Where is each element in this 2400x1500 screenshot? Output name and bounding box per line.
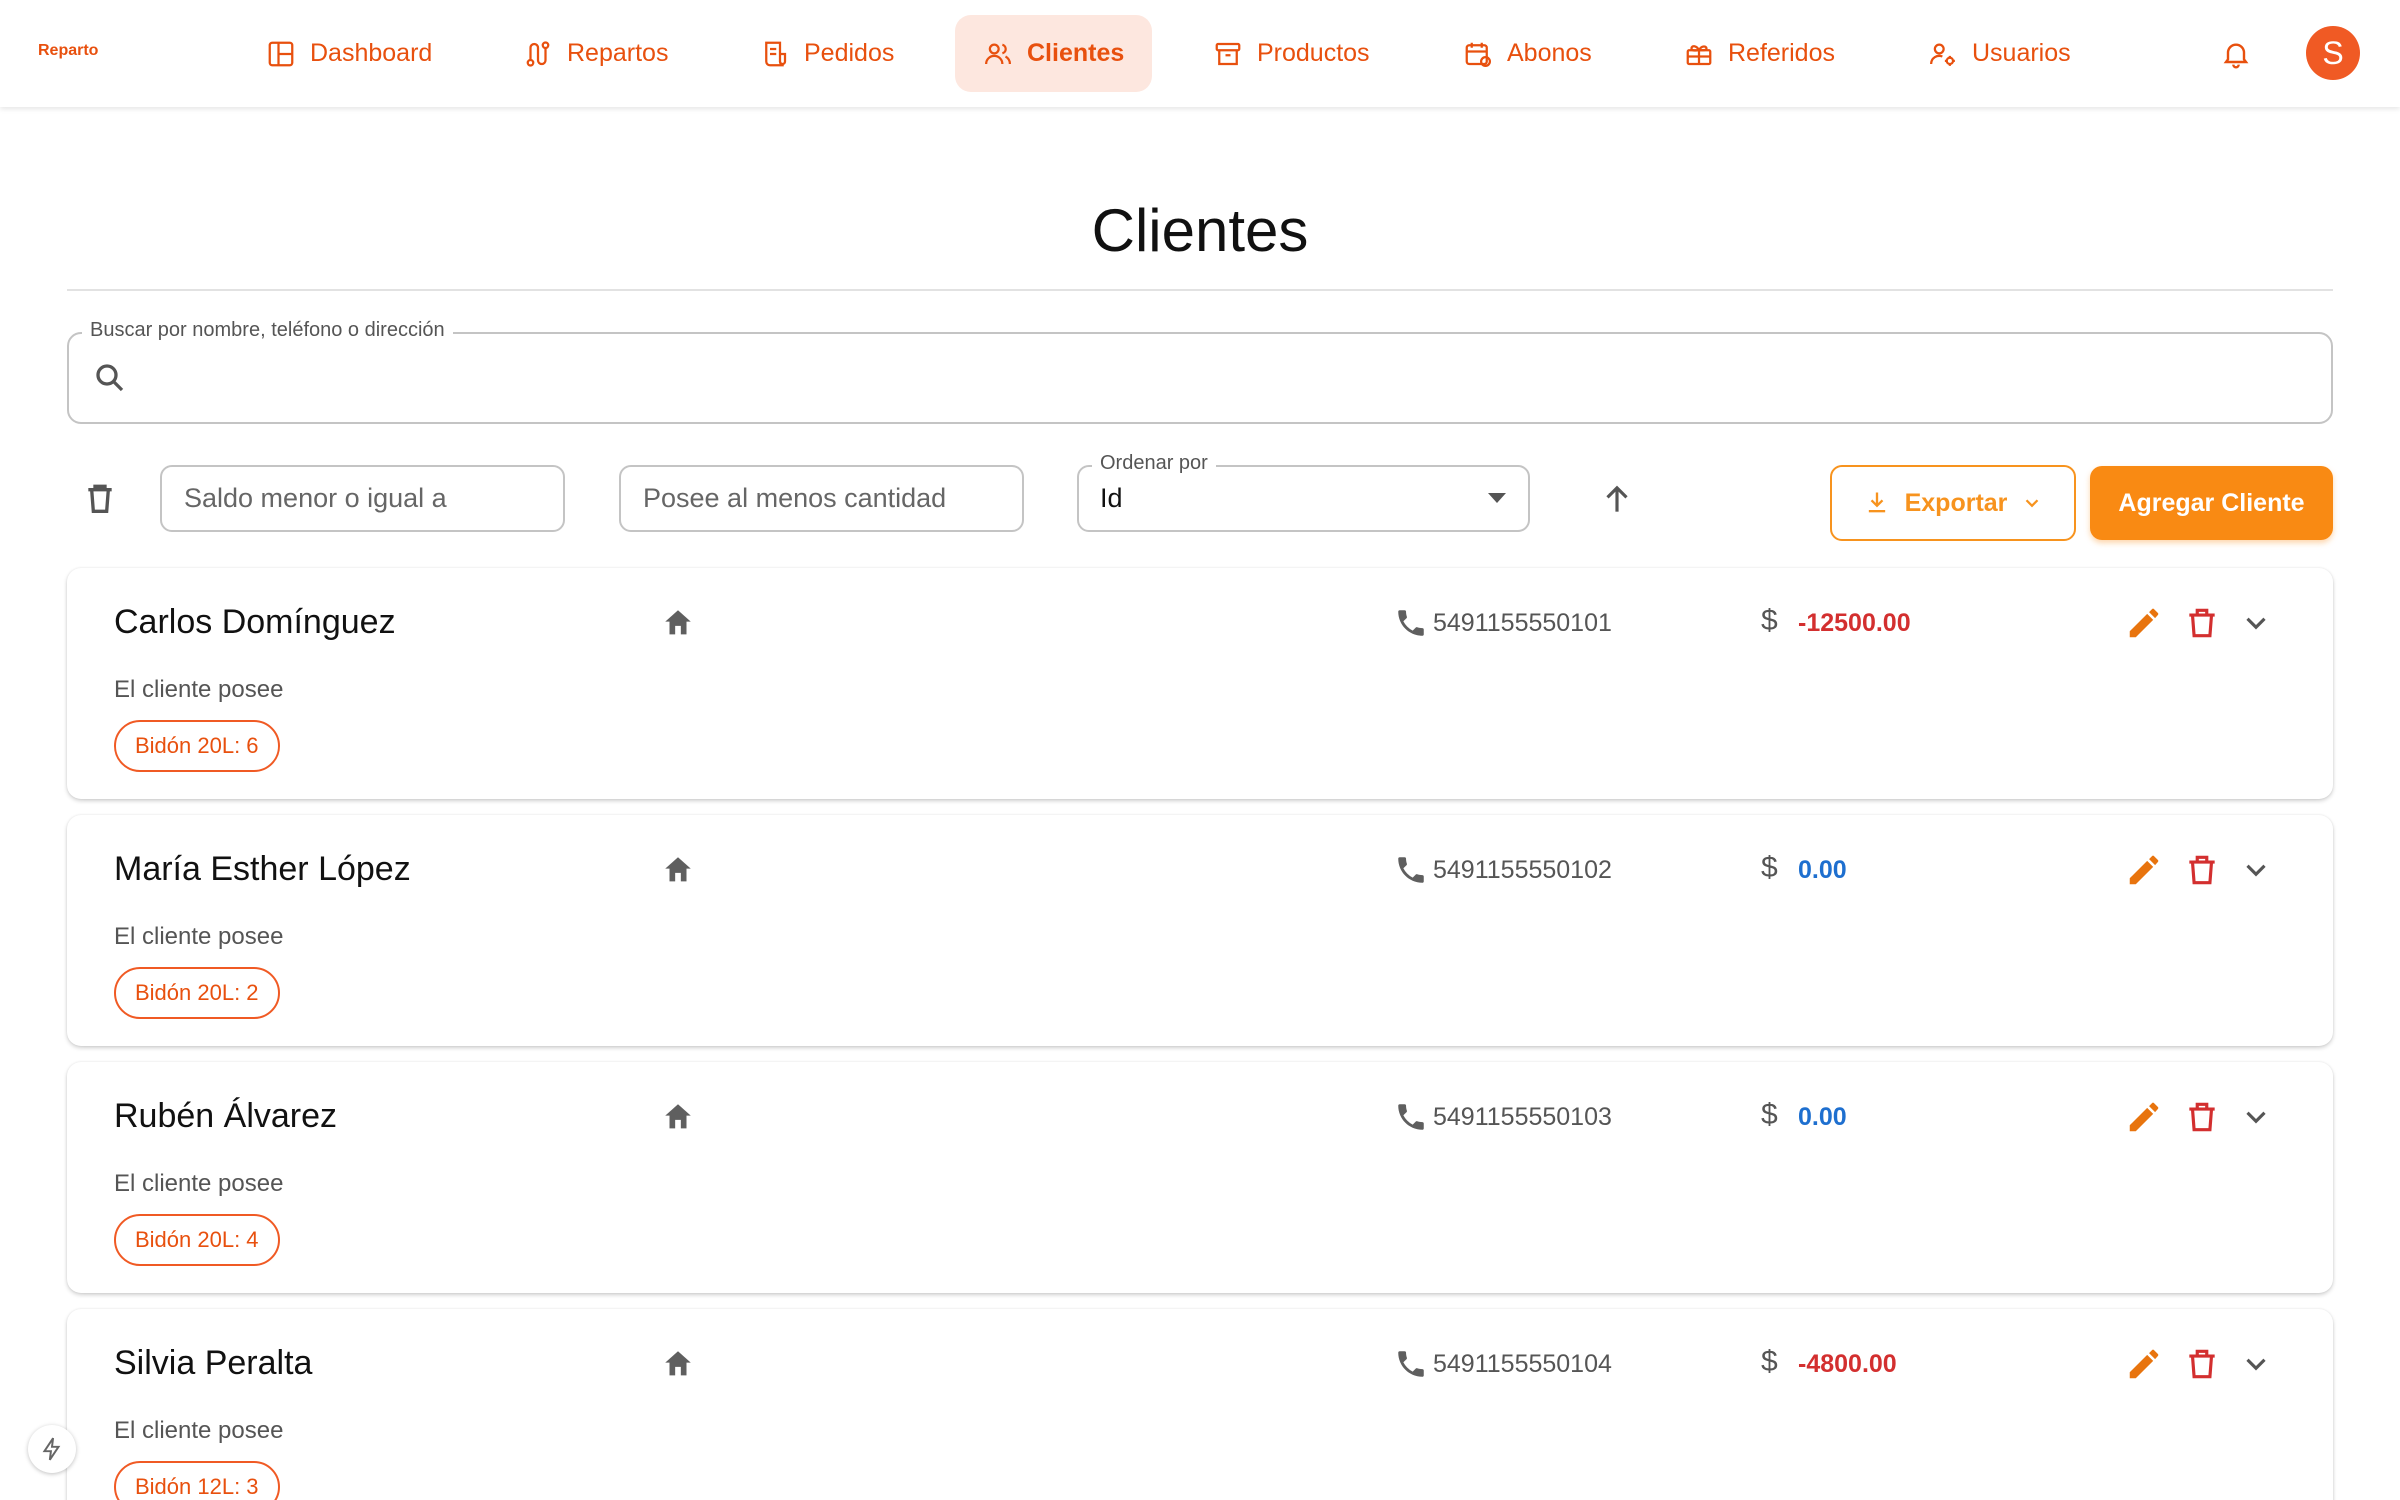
order-select-value: Id: [1100, 483, 1123, 513]
nav-item-usuarios[interactable]: Usuarios: [1900, 15, 2099, 92]
cantidad-filter[interactable]: [619, 465, 1024, 532]
order-select[interactable]: [1077, 465, 1530, 532]
dollar-icon: $: [1761, 1345, 1778, 1378]
chevron-down-icon[interactable]: [2239, 853, 2273, 887]
nav-item-label: Clientes: [1027, 39, 1125, 67]
caret-down-icon[interactable]: [1488, 493, 1506, 503]
receipt-icon: [765, 41, 787, 66]
client-owns-label: El cliente posee: [114, 676, 284, 703]
add-client-button[interactable]: Agregar Cliente: [2090, 466, 2333, 540]
lightning-button[interactable]: [28, 1425, 76, 1473]
trash-icon[interactable]: [80, 478, 120, 518]
phone-icon: [1398, 1104, 1424, 1130]
dollar-icon: $: [1761, 604, 1778, 637]
delete-icon[interactable]: [2183, 851, 2221, 889]
export-button[interactable]: Exportar: [1830, 465, 2076, 541]
archive-icon: [1215, 42, 1241, 65]
route-icon: [526, 40, 550, 67]
phone-icon: [1398, 1351, 1424, 1377]
client-owns-label: El cliente posee: [114, 923, 284, 950]
lightning-icon: [42, 1437, 61, 1461]
product-chip: Bidón 20L: 4: [114, 1214, 280, 1266]
home-icon[interactable]: [661, 1100, 695, 1134]
order-select-label: Ordenar por: [1092, 452, 1216, 475]
client-name: Carlos Domínguez: [114, 603, 396, 641]
chevron-down-icon[interactable]: [2239, 1100, 2273, 1134]
delete-icon[interactable]: [2183, 1345, 2221, 1383]
phone-icon: [1398, 857, 1424, 883]
edit-icon[interactable]: [2125, 1098, 2163, 1136]
client-phone: 5491155550104: [1433, 1350, 1612, 1378]
edit-icon[interactable]: [2125, 604, 2163, 642]
client-name: Rubén Álvarez: [114, 1097, 338, 1135]
client-phone: 5491155550103: [1433, 1103, 1612, 1131]
nav-item-referidos[interactable]: Referidos: [1656, 15, 1863, 92]
home-icon[interactable]: [661, 853, 695, 887]
client-balance: -12500.00: [1798, 609, 1911, 637]
nav-item-pedidos[interactable]: Pedidos: [732, 15, 922, 92]
client-balance: 0.00: [1798, 1103, 1847, 1131]
nav-item-productos[interactable]: Productos: [1185, 15, 1398, 92]
phone-icon: [1398, 610, 1424, 636]
chevron-down-icon: [2026, 499, 2039, 508]
saldo-filter-input[interactable]: [184, 483, 541, 514]
client-card[interactable]: María Esther López 5491155550102 $ 0.00 …: [67, 815, 2333, 1046]
edit-icon[interactable]: [2125, 851, 2163, 889]
nav-item-repartos[interactable]: Repartos: [495, 15, 696, 92]
client-phone: 5491155550101: [1433, 609, 1612, 637]
download-icon: [1868, 492, 1885, 513]
chevron-down-icon[interactable]: [2239, 1347, 2273, 1381]
dashboard-icon: [268, 41, 294, 66]
client-balance: 0.00: [1798, 856, 1847, 884]
saldo-filter[interactable]: [160, 465, 565, 532]
client-name: Silvia Peralta: [114, 1344, 313, 1382]
search-input[interactable]: [150, 346, 2300, 408]
product-chip: Bidón 20L: 2: [114, 967, 280, 1019]
client-phone: 5491155550102: [1433, 856, 1612, 884]
top-navbar: Reparto Dashboard Repartos Pedidos Clien…: [0, 0, 2400, 107]
user-settings-icon: [1930, 43, 1955, 66]
delete-icon[interactable]: [2183, 604, 2221, 642]
nav-item-label: Repartos: [567, 39, 669, 67]
export-button-label: Exportar: [1904, 488, 2008, 517]
client-owns-label: El cliente posee: [114, 1417, 284, 1444]
client-owns-label: El cliente posee: [114, 1170, 284, 1197]
nav-item-label: Abonos: [1507, 39, 1592, 67]
nav-item-clientes[interactable]: Clientes: [955, 15, 1153, 92]
avatar[interactable]: S: [2306, 26, 2360, 80]
nav-item-label: Pedidos: [804, 39, 895, 67]
nav-item-label: Dashboard: [310, 39, 433, 67]
gift-icon: [1686, 44, 1712, 65]
dollar-icon: $: [1761, 851, 1778, 884]
product-chip: Bidón 12L: 3: [114, 1461, 280, 1500]
edit-icon[interactable]: [2125, 1345, 2163, 1383]
dollar-icon: $: [1761, 1098, 1778, 1131]
client-balance: -4800.00: [1798, 1350, 1897, 1378]
search-label: Buscar por nombre, teléfono o dirección: [82, 319, 453, 342]
nav-item-label: Productos: [1257, 39, 1370, 67]
bell-icon[interactable]: [2220, 38, 2252, 70]
nav-item-dashboard[interactable]: Dashboard: [238, 15, 460, 92]
cantidad-filter-input[interactable]: [643, 483, 1000, 514]
client-name: María Esther López: [114, 850, 411, 888]
page-title: Clientes: [1091, 197, 1309, 264]
arrow-up-icon[interactable]: [1598, 480, 1636, 518]
home-icon[interactable]: [661, 1347, 695, 1381]
nav-item-abonos[interactable]: Abonos: [1435, 15, 1620, 92]
client-card[interactable]: Silvia Peralta 5491155550104 $ -4800.00 …: [67, 1309, 2333, 1500]
delete-icon[interactable]: [2183, 1098, 2221, 1136]
title-divider: [67, 289, 2333, 291]
client-card[interactable]: Carlos Domínguez 5491155550101 $ -12500.…: [67, 568, 2333, 799]
main-nav: Dashboard Repartos Pedidos Clientes Prod…: [0, 0, 2400, 107]
product-chip: Bidón 20L: 6: [114, 720, 280, 772]
nav-item-label: Usuarios: [1972, 39, 2071, 67]
nav-item-label: Referidos: [1728, 39, 1835, 67]
search-icon: [96, 364, 124, 392]
home-icon[interactable]: [661, 606, 695, 640]
client-card[interactable]: Rubén Álvarez 5491155550103 $ 0.00 El cl…: [67, 1062, 2333, 1293]
users-icon: [985, 43, 1011, 64]
calendar-icon: [1465, 42, 1491, 67]
chevron-down-icon[interactable]: [2239, 606, 2273, 640]
